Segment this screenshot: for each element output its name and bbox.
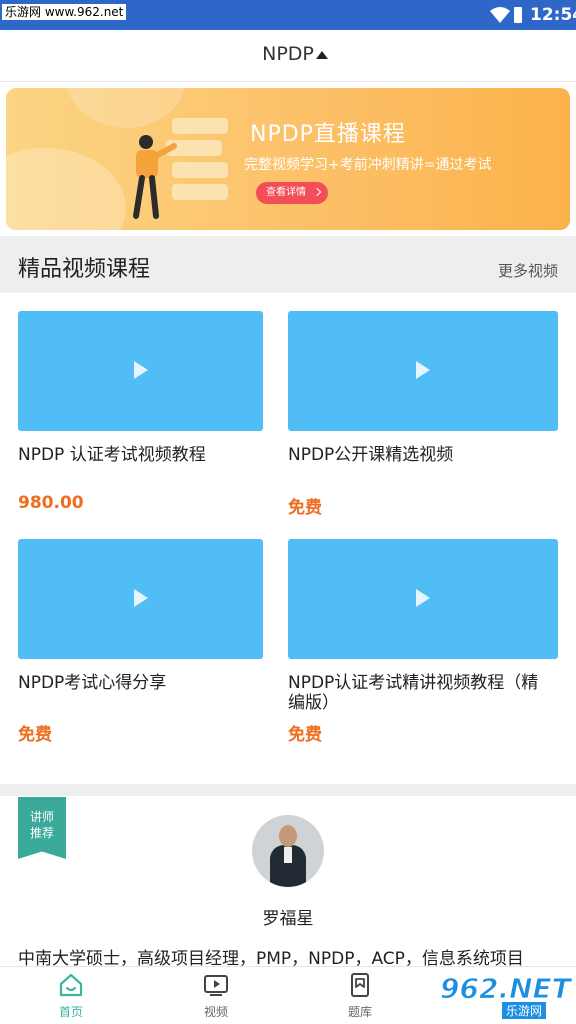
tab-label: 首页 xyxy=(58,1005,83,1019)
clock: 12:54 xyxy=(530,5,576,25)
video-card[interactable]: NPDP考试心得分享 免费 xyxy=(18,539,263,759)
view-details-label: 查看详情 xyxy=(266,187,306,198)
video-title-line: NPDP认证考试精讲视频教程（精 xyxy=(288,673,539,693)
video-price: 980.00 xyxy=(18,493,84,513)
watermark-logo-text: 962.NET xyxy=(440,972,572,1006)
video-card[interactable]: NPDP公开课精选视频 免费 xyxy=(288,311,558,531)
banner-headline: NPDP直播课程 xyxy=(250,122,406,147)
tab-video[interactable]: 视频 xyxy=(161,967,271,1024)
avatar-shirt xyxy=(284,847,292,863)
home-icon xyxy=(59,973,83,997)
battery-icon xyxy=(514,7,522,23)
video-card[interactable]: NPDP认证考试精讲视频教程（精 编版） 免费 xyxy=(288,539,568,759)
video-thumbnail[interactable] xyxy=(288,311,558,431)
video-title: NPDP 认证考试视频教程 xyxy=(18,445,206,465)
section-divider xyxy=(0,784,576,796)
header: NPDP xyxy=(0,30,576,82)
chevron-right-icon xyxy=(312,187,322,197)
page-title[interactable]: NPDP xyxy=(0,43,576,65)
view-details-button[interactable]: 查看详情 xyxy=(256,182,328,204)
avatar[interactable] xyxy=(252,815,324,887)
play-icon xyxy=(134,589,148,607)
video-thumbnail[interactable] xyxy=(18,311,263,431)
video-price: 免费 xyxy=(18,725,52,745)
site-watermark: 962.NET 乐游网 xyxy=(440,972,576,1022)
video-thumbnail[interactable] xyxy=(288,539,558,659)
tab-question-bank[interactable]: 题库 xyxy=(305,967,415,1024)
section-header: 精品视频课程 更多视频 xyxy=(0,236,576,293)
tab-label: 视频 xyxy=(203,1005,228,1019)
tab-home[interactable]: 首页 xyxy=(16,967,126,1024)
more-videos-link[interactable]: 更多视频 xyxy=(498,260,558,281)
promo-banner[interactable]: NPDP直播课程 完整视频学习+考前冲刺精讲=通过考试 查看详情 xyxy=(6,88,570,230)
play-icon xyxy=(416,589,430,607)
video-thumbnail[interactable] xyxy=(18,539,263,659)
tab-label: 题库 xyxy=(347,1005,372,1019)
play-icon xyxy=(416,361,430,379)
video-title: NPDP认证考试精讲视频教程（精 编版） xyxy=(288,673,568,713)
banner-decoration xyxy=(66,88,186,128)
watermark-label: 乐游网 www.962.net xyxy=(2,4,127,20)
play-icon xyxy=(134,361,148,379)
video-title: NPDP公开课精选视频 xyxy=(288,445,454,465)
ribbon-text: 推荐 xyxy=(29,826,54,840)
teacher-recommend-ribbon: 讲师 推荐 xyxy=(18,797,66,859)
ribbon-text: 讲师 xyxy=(29,810,54,824)
video-card[interactable]: NPDP 认证考试视频教程 980.00 xyxy=(18,311,263,531)
video-title: NPDP考试心得分享 xyxy=(18,673,167,693)
video-title-line: 编版） xyxy=(288,693,339,713)
banner-subtitle: 完整视频学习+考前冲刺精讲=通过考试 xyxy=(244,157,492,173)
caret-up-icon[interactable] xyxy=(316,51,328,59)
banner-decoration xyxy=(6,148,126,230)
video-price: 免费 xyxy=(288,498,322,518)
teacher-name: 罗福星 xyxy=(262,909,314,929)
avatar-head xyxy=(279,825,297,847)
wifi-icon xyxy=(490,7,510,23)
presenter-illustration-icon xyxy=(133,135,177,219)
question-bank-icon xyxy=(351,973,369,997)
watermark-site-name: 乐游网 xyxy=(502,1002,547,1019)
status-bar: 乐游网 www.962.net 12:54 xyxy=(0,0,576,30)
section-title: 精品视频课程 xyxy=(18,257,151,282)
video-icon xyxy=(204,975,228,996)
video-price: 免费 xyxy=(288,725,322,745)
